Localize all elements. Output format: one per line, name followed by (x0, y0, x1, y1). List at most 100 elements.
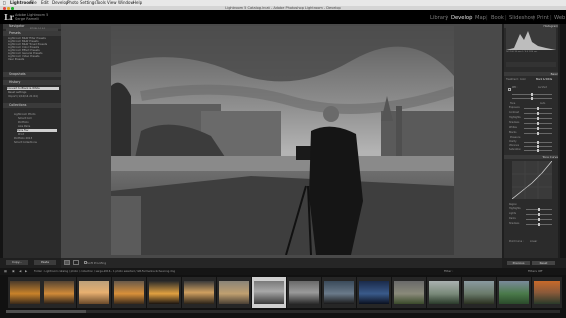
filmstrip-thumbnail-selected[interactable] (254, 281, 284, 304)
filmstrip-thumbnail[interactable] (499, 281, 529, 304)
second-window-icon[interactable]: ▣ (12, 269, 15, 274)
previous-button[interactable]: Previous (507, 261, 530, 265)
filmstrip-thumbnail[interactable] (219, 281, 249, 304)
soft-proofing-label[interactable]: Soft Proofing (87, 261, 106, 265)
collection-item[interactable]: Print (18, 133, 24, 136)
filmstrip-thumbnail[interactable] (114, 281, 144, 304)
right-panel-toggle[interactable] (560, 24, 566, 258)
history-item-selected[interactable]: Convert to Black & White (7, 87, 59, 90)
module-web[interactable]: Web (554, 15, 565, 21)
clarity-label: Clarity (509, 140, 517, 143)
wb-dropdown[interactable]: As Shot (538, 86, 547, 89)
loupe-view-icon[interactable] (64, 260, 70, 265)
module-print[interactable]: Print (537, 15, 549, 21)
whites-slider-knob[interactable] (537, 127, 539, 130)
tool-strip[interactable] (506, 62, 556, 67)
soft-proofing-checkbox[interactable] (84, 261, 87, 264)
identity-plate: Adobe Lightroom 5 Serge Ramelli (15, 13, 48, 21)
collections-header[interactable]: Collections (3, 103, 61, 108)
highlights-slider-knob[interactable] (537, 117, 539, 120)
tint-slider-knob[interactable] (531, 97, 533, 100)
module-slideshow[interactable]: Slideshow (509, 15, 535, 21)
filmstrip-thumbnail[interactable] (79, 281, 109, 304)
filmstrip-thumbnail[interactable] (429, 281, 459, 304)
highlights-label: Highlights (509, 116, 521, 119)
curve-shadows-label: Shadows (509, 222, 520, 225)
history-item[interactable]: Reset settings (8, 91, 26, 94)
collection-item[interactable]: Like Paris (18, 125, 30, 128)
tone-label: Tone (510, 102, 516, 105)
filmstrip-scrollbar-thumb[interactable] (6, 310, 86, 313)
module-separator: | (470, 15, 472, 21)
white-balance-eyedropper-icon[interactable] (508, 88, 511, 91)
treatment-label: Treatment : (506, 78, 520, 81)
saturation-slider-knob[interactable] (537, 149, 539, 152)
back-arrow-icon[interactable]: ◀ (19, 269, 21, 274)
history-item[interactable]: Import (1/10/14 21:04) (8, 95, 38, 98)
curve-highlights-slider-knob[interactable] (538, 208, 540, 211)
lightroom-logo: Lr (4, 12, 14, 22)
curve-highlights-label: Highlights (509, 207, 521, 210)
module-map[interactable]: Map (475, 15, 486, 21)
tone-auto-button[interactable]: Auto (540, 102, 545, 105)
histogram-chart (506, 28, 556, 50)
before-after-view-icon[interactable] (73, 260, 79, 265)
contrast-label: Contrast (509, 111, 519, 114)
grid-view-icon[interactable]: ▦ (4, 269, 7, 274)
filter-dropdown[interactable]: Filters Off (528, 269, 542, 274)
filmstrip-thumbnail[interactable] (44, 281, 74, 304)
collection-item[interactable]: Smart Coll (18, 117, 32, 120)
collection-item[interactable]: Portfolio 2013 (14, 137, 32, 140)
treatment-color-option[interactable]: Color (520, 78, 526, 81)
filmstrip-thumbnail[interactable] (289, 281, 319, 304)
basic-header[interactable]: Basic (504, 72, 558, 76)
tone-curve-graph[interactable] (512, 161, 552, 199)
module-separator: | (486, 15, 488, 21)
filmstrip-scrollbar[interactable] (6, 310, 560, 313)
collection-item[interactable]: Lightroom Photo (14, 113, 35, 116)
forward-arrow-icon[interactable]: ▶ (25, 269, 27, 274)
tone-curve-header[interactable]: Tone Curve (504, 155, 558, 159)
source-path[interactable]: Folder : Lightroom catalog / photo / col… (34, 269, 175, 274)
temp-slider-knob[interactable] (531, 93, 533, 96)
treatment-bw-option[interactable]: Black & White (536, 78, 552, 81)
bottom-toolbar: Soft Proofing (61, 258, 502, 268)
filmstrip-thumbnail[interactable] (534, 281, 560, 304)
module-separator: | (505, 15, 507, 21)
filmstrip-thumbnail[interactable] (10, 281, 40, 304)
filmstrip-thumbnail[interactable] (359, 281, 389, 304)
module-book[interactable]: Book (491, 15, 504, 21)
filmstrip-thumbnail[interactable] (464, 281, 494, 304)
presets-header[interactable]: Presets (3, 31, 61, 36)
copy-button[interactable]: Copy... (6, 260, 28, 265)
module-separator: | (533, 15, 535, 21)
filmstrip-thumbnail[interactable] (184, 281, 214, 304)
paste-button[interactable]: Paste (34, 260, 56, 265)
exposure-slider-knob[interactable] (537, 107, 539, 110)
exposure-label: Exposure (509, 106, 520, 109)
presence-label: Presence (510, 136, 521, 139)
point-curve-dropdown[interactable]: Linear (530, 240, 537, 243)
vibrance-slider-knob[interactable] (537, 145, 539, 148)
preset-folder[interactable]: User Presets (8, 58, 24, 61)
collection-item[interactable]: Smart Collections (14, 141, 37, 144)
snapshots-header[interactable]: Snapshots (3, 72, 61, 77)
filmstrip-thumbnail[interactable] (149, 281, 179, 304)
wb-label: WB : (512, 86, 518, 89)
collection-item[interactable]: Portfolio (18, 121, 29, 124)
filmstrip-thumbnail[interactable] (324, 281, 354, 304)
contrast-slider-knob[interactable] (537, 112, 539, 115)
curve-shadows-slider-knob[interactable] (538, 223, 540, 226)
shadows-slider-knob[interactable] (537, 122, 539, 125)
clarity-slider-knob[interactable] (537, 141, 539, 144)
history-header[interactable]: History (3, 80, 61, 85)
curve-lights-slider-knob[interactable] (538, 213, 540, 216)
reset-button[interactable]: Reset (532, 261, 555, 265)
photo-preview[interactable] (111, 26, 454, 255)
filmstrip-thumbnail[interactable] (394, 281, 424, 304)
photo-exif-info: ISO 100 35 mm f / 5.6 1/20 sec (506, 51, 538, 53)
blacks-slider-knob[interactable] (537, 132, 539, 135)
collection-item-selected[interactable]: Paris Fav (17, 129, 57, 132)
curve-darks-slider-knob[interactable] (538, 218, 540, 221)
shadows-label: Shadows (509, 121, 520, 124)
